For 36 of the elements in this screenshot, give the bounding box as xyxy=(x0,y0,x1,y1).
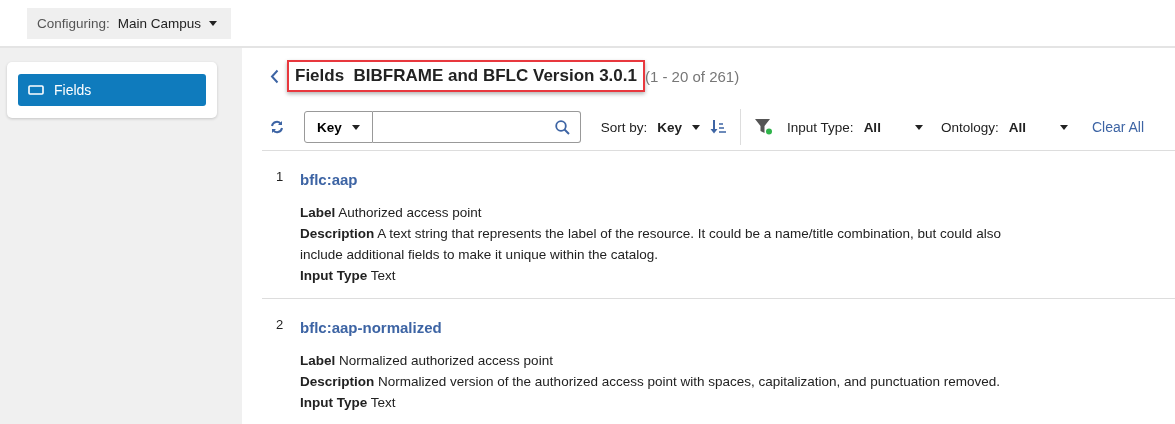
page-title: Fields BIBFRAME and BFLC Version 3.0.1 xyxy=(287,60,645,92)
clear-all-link[interactable]: Clear All xyxy=(1091,119,1145,135)
caret-icon xyxy=(914,124,923,130)
caret-icon xyxy=(209,20,218,26)
field-detail: Label Authorized access point xyxy=(300,204,483,222)
back-icon[interactable] xyxy=(270,68,279,84)
field-detail: Input Type Text xyxy=(300,267,397,285)
sort-order-icon[interactable] xyxy=(710,120,727,134)
field-key-link[interactable]: bflc:aap xyxy=(300,171,358,188)
caret-icon xyxy=(351,124,360,130)
filter-icon[interactable] xyxy=(755,119,774,135)
configuring-label: Configuring: xyxy=(37,15,110,31)
search-icon[interactable] xyxy=(554,119,570,135)
field-detail: Description A text string that represents the label of the resource. It could be a name/title combination, but could also include additional fields to make it unique within the catalog. xyxy=(300,225,1002,264)
configuring-dropdown[interactable]: Configuring: Main Campus xyxy=(27,7,232,39)
caret-icon xyxy=(692,124,701,130)
configuring-value: Main Campus xyxy=(117,15,202,31)
caret-icon xyxy=(1059,124,1068,130)
filter-label: Ontology: xyxy=(940,119,999,135)
sort-label: Sort by: xyxy=(600,119,648,135)
field-key-link[interactable]: bflc:aap-normalized xyxy=(300,319,442,336)
filter-dropdown[interactable]: All xyxy=(998,119,1068,135)
row-number: 2 xyxy=(276,317,285,334)
field-detail: Label Normalized authorized access point xyxy=(300,352,554,370)
rectangle-icon xyxy=(28,85,44,95)
result-count: (1 - 20 of 261) xyxy=(644,67,740,85)
sidebar-item[interactable]: Fields xyxy=(18,74,206,106)
filter-dropdown[interactable]: All xyxy=(853,119,923,135)
search-field[interactable] xyxy=(372,111,581,143)
filter-label: Input Type: xyxy=(787,119,854,135)
field-detail: Input Type Text xyxy=(300,394,397,412)
field-detail: Description Normalized version of the authorized access point with spaces, capitalization, and punctuation removed. xyxy=(300,373,1002,391)
sort-dropdown[interactable]: Key xyxy=(647,119,701,135)
refresh-icon[interactable] xyxy=(270,120,284,134)
search-scope-dropdown[interactable]: Key xyxy=(304,111,373,143)
row-number: 1 xyxy=(276,169,285,186)
